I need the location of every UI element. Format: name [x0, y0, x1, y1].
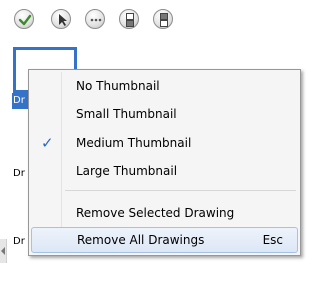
menu-item-shortcut: Esc	[262, 233, 283, 247]
bring-forward-icon[interactable]	[119, 9, 139, 29]
checkmark-icon: ✓	[41, 134, 54, 152]
menu-item-large-thumbnail[interactable]: Large Thumbnail	[31, 159, 298, 183]
menu-separator	[65, 190, 296, 191]
context-menu: No Thumbnail Small Thumbnail ✓ Medium Th…	[28, 69, 301, 256]
menu-item-remove-all-drawings[interactable]: Remove All Drawings Esc	[31, 227, 298, 253]
menu-item-label: No Thumbnail	[76, 79, 160, 93]
pointer-icon[interactable]	[51, 9, 71, 29]
send-backward-icon[interactable]	[153, 9, 173, 29]
menu-item-label: Large Thumbnail	[76, 164, 178, 178]
menu-item-small-thumbnail[interactable]: Small Thumbnail	[31, 102, 298, 126]
ellipsis-icon[interactable]	[85, 9, 105, 29]
checkmark-icon[interactable]	[14, 9, 34, 29]
menu-item-label: Remove All Drawings	[77, 233, 205, 247]
menu-item-label: Small Thumbnail	[76, 107, 177, 121]
menu-item-medium-thumbnail[interactable]: ✓ Medium Thumbnail	[31, 131, 298, 155]
menu-item-label: Medium Thumbnail	[76, 136, 192, 150]
menu-item-no-thumbnail[interactable]: No Thumbnail	[31, 74, 298, 98]
menu-item-label: Remove Selected Drawing	[76, 206, 235, 220]
toolbar	[0, 0, 320, 38]
scroll-left-arrow[interactable]	[0, 239, 7, 263]
menu-item-remove-selected-drawing[interactable]: Remove Selected Drawing	[31, 201, 298, 225]
